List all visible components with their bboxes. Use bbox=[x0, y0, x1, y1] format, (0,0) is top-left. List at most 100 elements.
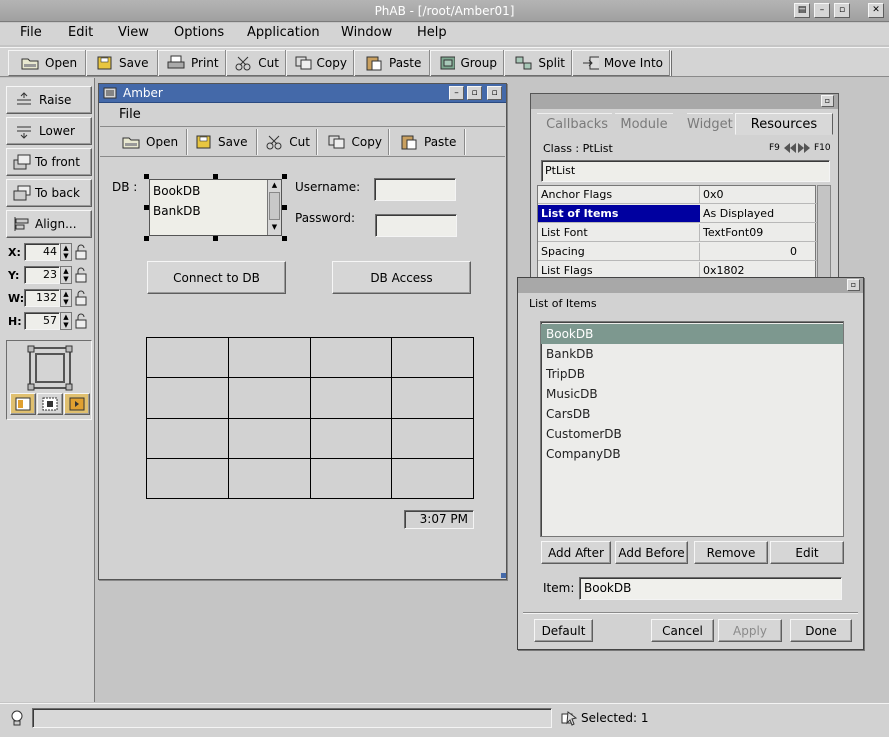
db-list[interactable]: BookDB BankDB ▲ ▼ bbox=[149, 179, 282, 236]
lock-icon[interactable] bbox=[74, 290, 88, 306]
grid-cell[interactable] bbox=[228, 458, 311, 499]
close-button[interactable]: ✕ bbox=[868, 3, 884, 18]
grid-cell[interactable] bbox=[147, 458, 229, 499]
remove-button[interactable]: Remove bbox=[694, 541, 768, 564]
amber-paste-button[interactable]: Paste bbox=[393, 129, 465, 155]
apply-button[interactable]: Apply bbox=[718, 619, 782, 642]
selection-handle[interactable] bbox=[213, 174, 218, 179]
align-button[interactable]: Align... bbox=[6, 210, 92, 238]
minimize-button[interactable]: – bbox=[814, 3, 830, 18]
grid-cell[interactable] bbox=[310, 458, 393, 499]
grid-cell[interactable] bbox=[310, 418, 393, 459]
amber-cut-button[interactable]: Cut bbox=[259, 129, 317, 155]
coord-w-stepper[interactable]: ▲ ▼ bbox=[60, 289, 72, 307]
anchor-mode-1[interactable] bbox=[10, 393, 36, 415]
selection-handle[interactable] bbox=[144, 205, 149, 210]
db-access-button[interactable]: DB Access bbox=[332, 261, 471, 294]
toolbar-group-button[interactable]: Group bbox=[432, 50, 504, 76]
window-menu-icon[interactable] bbox=[103, 87, 117, 99]
to-front-button[interactable]: To front bbox=[6, 148, 92, 176]
menu-window[interactable]: Window bbox=[341, 25, 392, 40]
window-menu-button[interactable]: ▤ bbox=[794, 3, 810, 18]
resource-name-cell[interactable]: Spacing bbox=[538, 243, 700, 261]
prev-widget-icon[interactable] bbox=[784, 143, 796, 153]
done-button[interactable]: Done bbox=[790, 619, 852, 642]
resource-table-scrollbar[interactable] bbox=[817, 185, 831, 283]
coord-w-input[interactable]: 132 bbox=[24, 289, 60, 307]
data-grid[interactable] bbox=[146, 337, 474, 499]
lock-icon[interactable] bbox=[74, 267, 88, 283]
list-item[interactable]: BookDB bbox=[541, 324, 843, 344]
grid-cell[interactable] bbox=[147, 338, 229, 379]
resize-grip[interactable] bbox=[501, 573, 506, 578]
menu-options[interactable]: Options bbox=[174, 25, 224, 40]
anchor-mode-2[interactable] bbox=[37, 393, 63, 415]
item-input[interactable]: BookDB bbox=[579, 577, 842, 600]
resources-title-bar[interactable]: ▫ bbox=[531, 94, 838, 109]
tab-callbacks[interactable]: Callbacks bbox=[537, 113, 612, 135]
toolbar-save-button[interactable]: Save bbox=[90, 50, 158, 76]
list-item[interactable]: TripDB bbox=[541, 364, 843, 384]
widget-name-field[interactable]: PtList bbox=[541, 160, 830, 182]
resource-name-cell[interactable]: Anchor Flags bbox=[538, 186, 700, 204]
to-back-button[interactable]: To back bbox=[6, 179, 92, 207]
toolbar-copy-button[interactable]: Copy bbox=[288, 50, 354, 76]
toolbar-move-into-button[interactable]: Move Into bbox=[576, 50, 670, 76]
tab-widget[interactable]: Widget bbox=[687, 113, 733, 135]
menu-help[interactable]: Help bbox=[417, 25, 447, 40]
resource-value-cell[interactable]: TextFont09 bbox=[700, 224, 817, 242]
list-item[interactable]: CarsDB bbox=[541, 404, 843, 424]
toolbar-paste-button[interactable]: Paste bbox=[358, 50, 430, 76]
selection-handle[interactable] bbox=[282, 174, 287, 179]
selection-handle[interactable] bbox=[213, 236, 218, 241]
grid-cell[interactable] bbox=[392, 458, 474, 499]
main-title-bar[interactable]: PhAB - [/root/Amber01] ▤ – ▫ ✕ bbox=[0, 0, 889, 22]
selection-handle[interactable] bbox=[282, 205, 287, 210]
grid-cell[interactable] bbox=[310, 378, 393, 419]
db-list-item[interactable]: BookDB bbox=[153, 184, 200, 198]
lower-button[interactable]: Lower bbox=[6, 117, 92, 145]
tab-module[interactable]: Module bbox=[615, 113, 673, 135]
coord-x-input[interactable]: 44 bbox=[24, 243, 60, 261]
grid-cell[interactable] bbox=[392, 378, 474, 419]
selection-handle[interactable] bbox=[144, 174, 149, 179]
tab-resources[interactable]: Resources bbox=[735, 113, 833, 135]
maximize-button[interactable]: ▫ bbox=[834, 3, 850, 18]
add-after-button[interactable]: Add After bbox=[541, 541, 611, 564]
list-item[interactable]: BankDB bbox=[541, 344, 843, 364]
list-item[interactable]: MusicDB bbox=[541, 384, 843, 404]
raise-button[interactable]: Raise bbox=[6, 86, 92, 114]
selection-handle[interactable] bbox=[282, 236, 287, 241]
anchor-mode-3[interactable] bbox=[64, 393, 90, 415]
default-button[interactable]: Default bbox=[534, 619, 593, 642]
resource-value-cell[interactable]: As Displayed bbox=[700, 205, 817, 223]
lock-icon[interactable] bbox=[74, 244, 88, 260]
cancel-button[interactable]: Cancel bbox=[651, 619, 714, 642]
coord-h-stepper[interactable]: ▲ ▼ bbox=[60, 312, 72, 330]
resource-name-cell[interactable]: List of Items bbox=[538, 205, 700, 223]
anchor-frame-icon[interactable] bbox=[27, 345, 73, 391]
toolbar-split-button[interactable]: Split bbox=[508, 50, 572, 76]
amber-close-button[interactable]: ▫ bbox=[487, 86, 502, 100]
grid-cell[interactable] bbox=[310, 338, 393, 379]
toolbar-cut-button[interactable]: Cut bbox=[228, 50, 286, 76]
edit-button[interactable]: Edit bbox=[770, 541, 844, 564]
amber-copy-button[interactable]: Copy bbox=[321, 129, 389, 155]
next-widget-icon[interactable] bbox=[798, 143, 810, 153]
menu-file[interactable]: File bbox=[20, 25, 42, 40]
grid-cell[interactable] bbox=[147, 418, 229, 459]
password-field[interactable] bbox=[375, 214, 457, 237]
grid-cell[interactable] bbox=[228, 418, 311, 459]
menu-application[interactable]: Application bbox=[247, 25, 320, 40]
resource-value-cell[interactable]: 0 bbox=[700, 243, 817, 261]
resources-close-button[interactable]: ▫ bbox=[821, 95, 834, 107]
lock-icon[interactable] bbox=[74, 313, 88, 329]
menu-view[interactable]: View bbox=[118, 25, 149, 40]
amber-menu-file[interactable]: File bbox=[119, 107, 141, 122]
coord-y-stepper[interactable]: ▲ ▼ bbox=[60, 266, 72, 284]
grid-cell[interactable] bbox=[147, 378, 229, 419]
coord-x-stepper[interactable]: ▲ ▼ bbox=[60, 243, 72, 261]
add-before-button[interactable]: Add Before bbox=[615, 541, 688, 564]
amber-maximize-button[interactable]: ▫ bbox=[467, 86, 482, 100]
resource-name-cell[interactable]: List Font bbox=[538, 224, 700, 242]
